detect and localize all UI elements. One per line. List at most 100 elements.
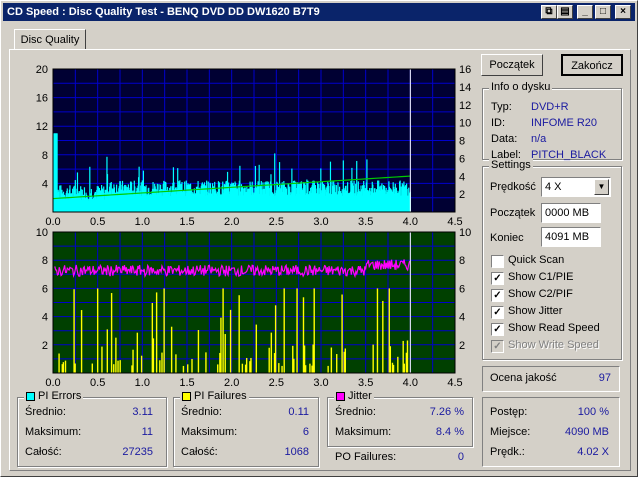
- title-bar[interactable]: CD Speed : Disc Quality Test - BENQ DVD …: [3, 3, 635, 21]
- jitter-stat-label: Średnio:: [335, 406, 376, 418]
- disc-info-value: PITCH_BLACK: [531, 149, 607, 161]
- checkbox-quick-scan[interactable]: [491, 255, 504, 268]
- pi-errors-caption-text: PI Errors: [38, 390, 82, 402]
- app-window: CD Speed : Disc Quality Test - BENQ DVD …: [0, 0, 638, 477]
- charts-area: 0.0 0.5 1.0 1.5 2.0 2.5 3.0 3.5 4.0 4.5 20 16 12 8 4 16…: [36, 64, 472, 389]
- quality-label: Ocena jakość: [490, 372, 557, 384]
- save-icon[interactable]: ▤: [557, 5, 573, 19]
- x-tick-label: 0.5: [90, 377, 105, 389]
- minimize-button[interactable]: _: [577, 5, 593, 19]
- y-left-tick-label: 12: [36, 121, 48, 133]
- x-tick-label: 4.0: [403, 216, 418, 228]
- x-tick-label: 4.5: [447, 377, 462, 389]
- jitter-stat-label: Maksimum:: [335, 426, 392, 438]
- progress-label: Postęp:: [490, 406, 528, 418]
- speed-select[interactable]: 4 X ▼: [541, 177, 611, 197]
- speed-value: 4 X: [545, 181, 562, 193]
- disc-info-value: INFOME R20: [531, 117, 598, 129]
- close-button[interactable]: ×: [615, 5, 631, 19]
- checkbox-show-jitter[interactable]: ✓: [491, 306, 504, 319]
- pi-errors-stat-label: Całość:: [25, 446, 62, 458]
- disc-info-label: Typ:: [491, 101, 512, 113]
- y-right-tick-label: 4: [459, 171, 465, 183]
- y-right-tick-label: 14: [459, 82, 471, 94]
- pi-errors-stat-value: 11: [141, 426, 153, 438]
- x-tick-label: 1.0: [135, 377, 150, 389]
- pi-errors-stat-label: Maksimum:: [25, 426, 82, 438]
- y-left-tick-label: 2: [42, 340, 48, 352]
- x-tick-label: 2.5: [269, 216, 284, 228]
- pi-failures-swatch: [182, 391, 191, 401]
- pi-failures-stat-label: Średnio:: [181, 406, 222, 418]
- end-button[interactable]: Zakończ: [561, 54, 623, 76]
- y-left-tick-label: 4: [42, 312, 48, 324]
- disc-info-caption: Info o dysku: [489, 81, 553, 93]
- x-tick-label: 3.5: [358, 216, 373, 228]
- pi-failures-caption: PI Failures: [180, 390, 249, 402]
- y-right-tick-label: 8: [459, 136, 465, 148]
- chevron-down-icon[interactable]: ▼: [594, 179, 609, 195]
- y-left-tick-label: 16: [36, 93, 48, 105]
- tab-disc-quality[interactable]: Disc Quality: [14, 29, 86, 50]
- start-position-input[interactable]: 0000 MB: [541, 203, 601, 223]
- speed-label: Prędkość: [490, 181, 536, 193]
- x-tick-label: 1.5: [179, 216, 194, 228]
- progress-value: 100 %: [577, 406, 609, 418]
- y-right-tick-label: 12: [459, 100, 471, 112]
- checkbox-show-c1-pie[interactable]: ✓: [491, 272, 504, 285]
- maximize-button[interactable]: □: [595, 5, 611, 19]
- checkbox-show-read-speed[interactable]: ✓: [491, 323, 504, 336]
- x-tick-label: 3.0: [313, 216, 328, 228]
- y-right-tick-label: 10: [459, 227, 471, 239]
- y-left-tick-label: 6: [42, 283, 48, 295]
- end-position-input[interactable]: 4091 MB: [541, 227, 601, 247]
- disc-info-value: n/a: [531, 133, 547, 145]
- checkbox-label: Show C1/PIE: [508, 271, 574, 283]
- quality-value: 97: [598, 372, 611, 384]
- y-left-tick-label: 8: [42, 255, 48, 267]
- y-left-tick-label: 10: [36, 227, 48, 239]
- x-tick-label: 3.5: [358, 377, 373, 389]
- y-right-tick-label: 2: [459, 189, 465, 201]
- jitter-swatch: [336, 391, 345, 401]
- pi-errors-stat-label: Średnio:: [25, 406, 66, 418]
- po-failures-label: PO Failures:: [335, 451, 397, 463]
- start-button[interactable]: Początek: [481, 54, 543, 76]
- pi-failures-stat-value: 6: [302, 426, 309, 438]
- pi-failures-stat-value: 1068: [284, 446, 309, 458]
- x-tick-label: 1.5: [179, 377, 194, 389]
- y-right-tick-label: 4: [459, 312, 465, 324]
- jitter-caption-text: Jitter: [348, 390, 372, 402]
- checkbox-show-write-speed: ✓: [491, 340, 504, 353]
- disc-info-label: ID:: [491, 117, 506, 129]
- pi-failures-stat-value: 0.11: [288, 406, 309, 418]
- disc-info-value: DVD+R: [531, 101, 569, 113]
- disc-info-label: Data:: [491, 133, 518, 145]
- pi-errors-stat-value: 27235: [122, 446, 153, 458]
- pi-errors-swatch: [26, 391, 35, 401]
- x-tick-label: 2.5: [269, 377, 284, 389]
- pi-failures-caption-text: PI Failures: [194, 390, 247, 402]
- po-failures-value: 0: [457, 451, 464, 463]
- checkbox-show-c2-pif[interactable]: ✓: [491, 289, 504, 302]
- progress-label: Miejsce:: [490, 426, 531, 438]
- pi-errors-stat-value: 3.11: [132, 406, 153, 418]
- checkbox-label: Show Read Speed: [508, 322, 600, 334]
- y-left-tick-label: 4: [42, 178, 48, 190]
- progress-value: 4.02 X: [577, 446, 609, 458]
- end-position-label: Koniec: [490, 232, 524, 244]
- copy-icon[interactable]: ⧉: [541, 5, 557, 19]
- pi-errors-caption: PI Errors: [24, 390, 84, 402]
- y-right-tick-label: 10: [459, 118, 471, 130]
- x-tick-label: 3.0: [313, 377, 328, 389]
- jitter-stat-value: 8.4 %: [435, 426, 464, 438]
- jitter-caption: Jitter: [334, 390, 374, 402]
- disc-info-label: Label:: [491, 149, 521, 161]
- start-position-label: Początek: [490, 207, 536, 219]
- x-tick-label: 1.0: [135, 216, 150, 228]
- x-tick-label: 2.0: [224, 216, 239, 228]
- x-tick-label: 0.0: [45, 377, 60, 389]
- y-left-tick-label: 20: [36, 64, 48, 76]
- pi-failures-stat-label: Całość:: [181, 446, 218, 458]
- jitter-stat-value: 7.26 %: [429, 406, 464, 418]
